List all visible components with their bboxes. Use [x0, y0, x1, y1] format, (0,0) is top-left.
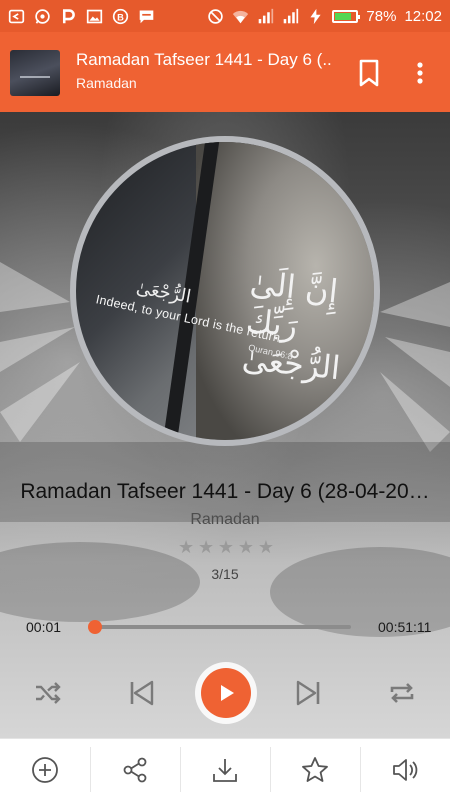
seek-thumb[interactable] [88, 620, 103, 634]
rating-stars[interactable]: ★ ★ ★ ★ ★ [178, 538, 274, 556]
image-icon [86, 8, 103, 25]
download-button[interactable] [180, 739, 270, 800]
elapsed-time: 00:01 [26, 619, 62, 635]
p-app-icon [60, 8, 77, 25]
svg-text:B: B [117, 12, 124, 22]
b-coin-icon: B [112, 8, 129, 25]
system-icons: 78% 12:02 [207, 8, 442, 25]
queue-position: 3/15 [211, 566, 239, 582]
skip-next-button[interactable] [290, 675, 326, 711]
message-icon [138, 8, 155, 25]
add-circle-icon [32, 756, 58, 783]
share-button[interactable] [90, 739, 180, 800]
bookmark-button[interactable] [356, 58, 382, 88]
status-bar: B 78% 12:02 [0, 0, 450, 32]
play-button-ring[interactable] [195, 662, 257, 724]
player-area: الرُّجْعَىٰ إِنَّ إِلَىٰ رَبِّكَ الرُّجْ… [0, 112, 450, 738]
repeat-icon [390, 683, 414, 703]
bottom-toolbar [0, 738, 450, 800]
app-bar-subtitle: Ramadan [76, 75, 137, 91]
shuffle-icon [36, 682, 61, 704]
play-icon [221, 685, 234, 701]
battery-percent: 78% [366, 7, 397, 25]
back-arrow-icon [8, 8, 25, 25]
shuffle-button[interactable] [30, 675, 66, 711]
volume-button[interactable] [360, 739, 450, 800]
star-icon [302, 756, 328, 782]
star-icon[interactable]: ★ [258, 538, 274, 556]
star-icon[interactable]: ★ [218, 538, 234, 556]
seek-bar[interactable] [88, 620, 351, 634]
add-to-playlist-button[interactable] [0, 739, 90, 800]
notification-icons: B [8, 8, 155, 25]
wifi-icon [232, 8, 249, 25]
whatsapp-icon [34, 8, 51, 25]
app-bar-titles: Ramadan Tafseer 1441 - Day 6 (.. Ramadan [76, 50, 346, 91]
clock: 12:02 [404, 7, 442, 25]
charging-icon [307, 8, 324, 25]
album-artwork: الرُّجْعَىٰ إِنَّ إِلَىٰ رَبِّكَ الرُّجْ… [70, 136, 380, 446]
skip-previous-icon [130, 680, 154, 706]
app-bar: Ramadan Tafseer 1441 - Day 6 (.. Ramadan [0, 32, 450, 112]
signal-icon [282, 8, 299, 25]
total-duration: 00:51:11 [378, 619, 432, 635]
bookmark-icon [359, 59, 379, 87]
dnd-icon [207, 8, 224, 25]
volume-icon [393, 758, 418, 781]
more-options-button[interactable] [410, 58, 430, 88]
track-title: Ramadan Tafseer 1441 - Day 6 (28-04-20… [20, 480, 430, 503]
repeat-button[interactable] [384, 675, 420, 711]
play-button[interactable] [201, 668, 251, 718]
download-icon [213, 758, 237, 782]
app-bar-title: Ramadan Tafseer 1441 - Day 6 (.. [76, 50, 332, 69]
battery-icon [332, 9, 361, 23]
star-icon[interactable]: ★ [238, 538, 254, 556]
favorite-button[interactable] [270, 739, 360, 800]
skip-previous-button[interactable] [124, 675, 160, 711]
star-icon[interactable]: ★ [178, 538, 194, 556]
track-artist: Ramadan [190, 511, 260, 528]
share-icon [123, 757, 147, 782]
signal-icon [257, 8, 274, 25]
album-thumbnail[interactable] [10, 50, 60, 96]
star-icon[interactable]: ★ [198, 538, 214, 556]
more-vert-icon [417, 62, 423, 84]
skip-next-icon [296, 680, 320, 706]
